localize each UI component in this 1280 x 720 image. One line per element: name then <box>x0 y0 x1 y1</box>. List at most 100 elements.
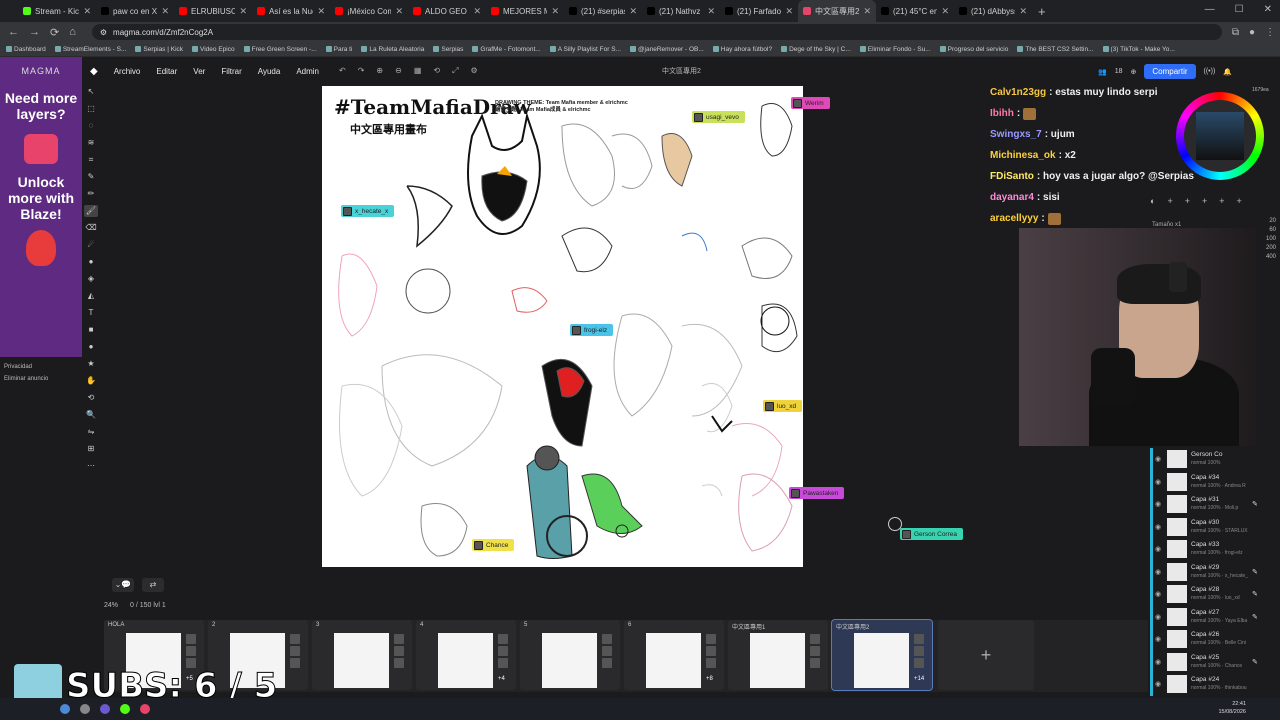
bookmark-item[interactable]: Video Epico <box>192 46 235 53</box>
extensions-icon[interactable]: ⧉ <box>1232 27 1239 38</box>
zoom-tool-icon[interactable]: 🔍 <box>86 409 96 421</box>
remove-ad-link[interactable]: Eliminar anuncio <box>4 376 78 382</box>
url-input[interactable]: ⚙ magma.com/d/Zmf2nCog2A <box>91 24 1222 40</box>
layer-visibility-icon[interactable]: ◉ <box>1155 680 1163 688</box>
layer-visibility-icon[interactable]: ◉ <box>1155 523 1163 531</box>
color-add4-icon[interactable]: + <box>1219 196 1224 206</box>
browser-tab[interactable]: Así es la Nueva Ciu ✕ <box>252 0 330 22</box>
explorer-icon[interactable] <box>80 704 90 714</box>
browser-tab[interactable]: ALDO GEO (CONFI ✕ <box>408 0 486 22</box>
browser-tab[interactable]: (21) 45°C en X: "ma✕ <box>876 0 954 22</box>
rotate-icon[interactable]: ⟲ <box>433 66 440 76</box>
maximize-icon[interactable]: ☐ <box>1235 4 1244 15</box>
bookmark-item[interactable]: Serpias | Kick <box>135 46 183 53</box>
bookmark-item[interactable]: @janeRemover - OB... <box>629 46 704 53</box>
tab-close-icon[interactable]: ✕ <box>239 6 247 17</box>
undo-icon[interactable]: ↶ <box>339 66 346 76</box>
tab-close-icon[interactable]: ✕ <box>551 6 559 17</box>
grid-icon[interactable]: ▦ <box>414 66 422 76</box>
chat-username[interactable]: dayanar4 <box>990 192 1034 203</box>
tab-close-icon[interactable]: ✕ <box>941 6 949 17</box>
page-thumbnail[interactable]: 3 <box>312 620 412 690</box>
chat-username[interactable]: Ibihh <box>990 108 1014 119</box>
tab-close-icon[interactable]: ✕ <box>83 6 91 17</box>
bookmark-item[interactable]: StreamElements - S... <box>54 46 126 53</box>
browser-tab[interactable]: (21) #serpiasfanart ✕ <box>564 0 642 22</box>
history-icon[interactable]: ⇄ <box>142 578 164 592</box>
tab-close-icon[interactable]: ✕ <box>707 6 715 17</box>
settings-icon[interactable]: ⚙ <box>470 66 477 76</box>
zoom-in-icon[interactable]: ⊕ <box>376 66 383 76</box>
browser-tab[interactable]: MEJORES MOMENT✕ <box>486 0 564 22</box>
minimize-icon[interactable]: — <box>1205 4 1215 15</box>
brush-icon[interactable]: 🖌 <box>84 205 98 217</box>
text-icon[interactable]: T <box>89 307 94 319</box>
layer-row[interactable]: ◉ Capa #34 normal 100% · Andrea R <box>1150 470 1262 493</box>
layer-row[interactable]: ◉ Capa #27 normal 100% · Yaya Elba ✎ <box>1150 605 1262 628</box>
page-thumbnail[interactable]: 中文區專用1 <box>728 620 828 690</box>
bookmark-item[interactable]: Serpias <box>433 46 463 53</box>
redo-icon[interactable]: ↷ <box>358 66 365 76</box>
move-tool-icon[interactable]: ↖ <box>88 86 95 98</box>
layer-row[interactable]: ◉ Capa #30 normal 100% · STARLUX <box>1150 515 1262 538</box>
back-icon[interactable]: ← <box>8 26 19 38</box>
menu-edit[interactable]: Editar <box>156 67 177 76</box>
layer-row[interactable]: ◉ Capa #24 normal 100% · thinkabou <box>1150 673 1262 696</box>
reload-icon[interactable]: ⟳ <box>50 26 59 39</box>
ad-banner[interactable]: MAGMA Need more layers? Unlock more with… <box>0 57 82 357</box>
menu-dots-icon[interactable]: ⋮ <box>1265 27 1275 38</box>
menu-admin[interactable]: Admin <box>296 67 319 76</box>
browser-tab[interactable]: ELRUBIUSOMG: El ✕ <box>174 0 252 22</box>
layer-row[interactable]: ◉ Gerson Co normal 100% <box>1150 448 1262 471</box>
layer-row[interactable]: ◉ Capa #31 normal 100% · Moli.p ✎ <box>1150 493 1262 516</box>
chat-username[interactable]: Michinesa_ok <box>990 150 1056 161</box>
layer-visibility-icon[interactable]: ◉ <box>1155 455 1163 463</box>
bookmark-item[interactable]: Dege of the Sky | C... <box>781 46 851 53</box>
color-wheel[interactable] <box>1176 92 1264 180</box>
rect-select-icon[interactable]: ⬚ <box>87 103 95 115</box>
tab-close-icon[interactable]: ✕ <box>317 6 325 17</box>
hand-icon[interactable]: ✋ <box>86 375 96 387</box>
browser-tab[interactable]: Stream - Kick Dashb✕ <box>18 0 96 22</box>
blur-icon[interactable]: ● <box>89 256 94 268</box>
menu-file[interactable]: Archivo <box>114 67 141 76</box>
chat-username[interactable]: Calv1n23gg <box>990 87 1046 98</box>
color-swap-icon[interactable]: ◐ <box>1150 196 1155 206</box>
zoom-level[interactable]: 24% <box>104 602 118 609</box>
privacy-label[interactable]: Privacidad <box>4 364 78 370</box>
chrome-icon[interactable] <box>60 704 70 714</box>
color-add2-icon[interactable]: + <box>1185 196 1190 206</box>
color-square[interactable] <box>1196 112 1244 160</box>
filter-icon[interactable]: ⊞ <box>88 443 95 455</box>
browser-tab[interactable]: (21) Nathvz en X: " ✕ <box>642 0 720 22</box>
page-thumbnail[interactable]: 中文區專用2 +14 <box>831 619 933 691</box>
new-tab-icon[interactable]: + <box>1038 4 1046 19</box>
browser-tab[interactable]: (21) Farfadox en X:✕ <box>720 0 798 22</box>
circle-icon[interactable]: ● <box>89 341 94 353</box>
browser-tab[interactable]: (21) dAbbyss en X: ✕ <box>954 0 1032 22</box>
layer-row[interactable]: ◉ Capa #28 normal 100% · luo_xd ✎ <box>1150 583 1262 606</box>
tab-close-icon[interactable]: ✕ <box>629 6 637 17</box>
eyedropper-icon[interactable]: ✎ <box>88 171 95 183</box>
bookmark-item[interactable]: Para ti <box>325 46 352 53</box>
layer-visibility-icon[interactable]: ◉ <box>1155 545 1163 553</box>
page-thumbnail[interactable]: 4 +4 <box>416 620 516 690</box>
notifications-icon[interactable]: 🔔 <box>1223 68 1232 76</box>
window-controls[interactable]: — ☐ ✕ <box>1205 4 1272 15</box>
color-add3-icon[interactable]: + <box>1202 196 1207 206</box>
broadcast-icon[interactable]: ((•)) <box>1204 68 1216 75</box>
magma-logo-icon[interactable]: ◆ <box>90 66 98 77</box>
page-thumbnail[interactable]: 6 +8 <box>624 620 724 690</box>
menu-view[interactable]: Ver <box>193 67 205 76</box>
browser-tab[interactable]: ¡México Compite en ✕ <box>330 0 408 22</box>
layer-visibility-icon[interactable]: ◉ <box>1155 635 1163 643</box>
bookmark-item[interactable]: Progreso del servicio <box>939 46 1008 53</box>
bookmark-item[interactable]: GrafMe - Fotomont... <box>472 46 541 53</box>
discord-icon[interactable] <box>100 704 110 714</box>
tab-close-icon[interactable]: ✕ <box>785 6 793 17</box>
layer-visibility-icon[interactable]: ◉ <box>1155 613 1163 621</box>
bucket-icon[interactable]: ◈ <box>88 273 94 285</box>
color-add5-icon[interactable]: + <box>1237 196 1242 206</box>
layer-visibility-icon[interactable]: ◉ <box>1155 658 1163 666</box>
layer-row[interactable]: ◉ Capa #25 normal 100% · Chance ✎ <box>1150 650 1262 673</box>
